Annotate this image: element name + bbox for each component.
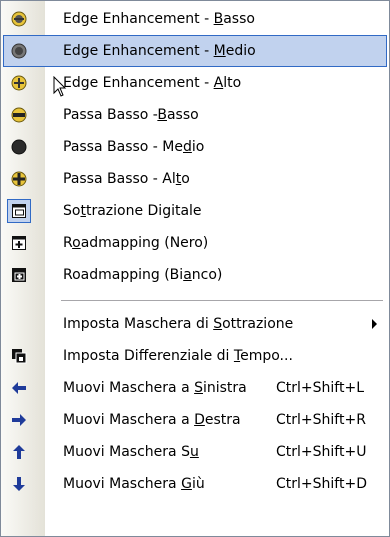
roadmap-black-icon [7,231,31,255]
solid-sphere-icon [7,135,31,159]
minus-sphere-icon [7,103,31,127]
stacked-windows-icon [7,344,31,368]
arrow-down-icon [7,472,31,496]
submenu-arrow-icon [372,319,377,329]
dot-sphere-dark-icon [7,39,31,63]
plus-sphere-icon [7,71,31,95]
shortcut-label: Ctrl+Shift+R [276,412,366,428]
subtraction-window-icon [7,199,31,223]
menu-item-muovi-maschera-sinistra[interactable]: Muovi Maschera a Sinistra Ctrl+Shift+L [3,372,387,404]
menu-item-muovi-maschera-giu[interactable]: Muovi Maschera Giù Ctrl+Shift+D [3,468,387,500]
dot-sphere-icon [7,7,31,31]
menu-item-roadmapping-bianco[interactable]: Roadmapping (Bianco) [3,259,387,291]
context-menu: Edge Enhancement - Basso Edge Enhancemen… [0,0,390,537]
shortcut-label: Ctrl+Shift+D [276,476,367,492]
shortcut-label: Ctrl+Shift+U [276,444,367,460]
menu-item-passa-basso-alto[interactable]: Passa Basso - Alto [3,163,387,195]
mouse-cursor-icon [53,76,67,97]
arrow-right-icon [7,408,31,432]
roadmap-white-icon [7,263,31,287]
menu-item-muovi-maschera-su[interactable]: Muovi Maschera Su Ctrl+Shift+U [3,436,387,468]
plus-sphere-icon [7,167,31,191]
arrow-left-icon [7,376,31,400]
menu-item-passa-basso-medio[interactable]: Passa Basso - Medio [3,131,387,163]
arrow-up-icon [7,440,31,464]
menu-item-imposta-maschera-sottrazione[interactable]: Imposta Maschera di Sottrazione [3,308,387,340]
menu-item-imposta-differenziale-tempo[interactable]: Imposta Differenziale di Tempo... [3,340,387,372]
shortcut-label: Ctrl+Shift+L [276,380,364,396]
menu-item-edge-enhancement-basso[interactable]: Edge Enhancement - Basso [3,3,387,35]
menu-separator [61,300,383,301]
menu-item-roadmapping-nero[interactable]: Roadmapping (Nero) [3,227,387,259]
menu-item-edge-enhancement-medio[interactable]: Edge Enhancement - Medio [3,35,387,67]
menu-item-passa-basso-basso[interactable]: Passa Basso -Basso [3,99,387,131]
menu-item-muovi-maschera-destra[interactable]: Muovi Maschera a Destra Ctrl+Shift+R [3,404,387,436]
menu-item-sottrazione-digitale[interactable]: Sottrazione Digitale [3,195,387,227]
